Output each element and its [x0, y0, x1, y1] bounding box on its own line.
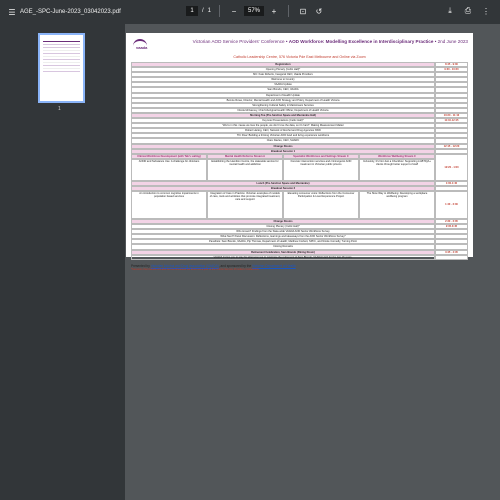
workshop-cell: AOND and Substance Use: A challenge for … — [131, 158, 207, 181]
workshop-cell: Inclusivity, It's Not Just a Checkbox: S… — [359, 158, 435, 181]
thumb-line — [43, 71, 80, 72]
pdf-toolbar: ☰ AGE_-SPC-June-2023_03042023.pdf 1 / 1 … — [0, 0, 500, 24]
page-controls: 1 / 1 − 57% + ⊡ ↺ — [186, 5, 325, 17]
thumbnail-page-number: 1 — [58, 106, 61, 112]
thumb-line — [43, 41, 80, 42]
print-icon[interactable]: ⎙ — [462, 5, 474, 17]
right-controls: ⤓ ⎙ ⋮ — [444, 5, 492, 17]
vaada-logo: vaada — [131, 37, 153, 53]
document-title: Victorian AOD Service Providers' Confere… — [193, 39, 468, 44]
workshops-time: 12:20 - 1:00 — [435, 153, 468, 181]
program-table-part-3: Change Rooms 2:30 - 2:35 Closing Plenary (… — [131, 218, 468, 260]
document-header: vaada Victorian AOD Service Providers' C… — [131, 37, 468, 55]
footer-note: *Sessions that include will also be live… — [131, 267, 259, 271]
thumbnail-sidebar: 1 — [0, 24, 125, 500]
workshop-cell: Integration of Care in Practice: Victori… — [207, 190, 283, 219]
zoom-input[interactable]: 57% — [244, 6, 265, 16]
logo-text: vaada — [136, 45, 148, 50]
thumb-line — [43, 44, 80, 45]
page-separator: / — [202, 8, 204, 14]
toolbar-divider — [288, 5, 290, 17]
workshop-cell: Elevating consumer voice: Reflections fr… — [283, 190, 359, 219]
program-row: VAADA invites you to stay for afternoon … — [131, 254, 435, 260]
workshop-bodies: AOND and Substance Use: A challenge for … — [131, 158, 435, 181]
pdf-page: vaada Victorian AOD Service Providers' C… — [126, 33, 473, 271]
venue-line: Catholic Leadership Centre, 576 Victoria… — [233, 55, 366, 59]
program-row-time — [435, 254, 468, 260]
program-table-part-2: Lunch (Pre-function Space and Mezzanine)… — [131, 180, 468, 191]
page-number-input[interactable]: 1 — [186, 6, 198, 16]
minus-icon[interactable]: − — [228, 5, 240, 17]
more-vert-icon[interactable]: ⋮ — [480, 5, 492, 17]
workshops-block-1: Clinical Workforce Development (with Tab… — [131, 153, 468, 181]
document-footer: Presented by Victorian Alcohol and Drug … — [131, 264, 468, 271]
toolbar-divider — [219, 5, 221, 17]
workshop-cell: Establishing the Hamilton Centre, the st… — [207, 158, 283, 181]
title-main: AOD Workforce: Modelling Excellence in I… — [288, 39, 434, 44]
thumb-line — [43, 56, 80, 57]
thumb-line — [43, 62, 80, 63]
menu-icon[interactable]: ☰ — [6, 6, 18, 18]
rotate-icon[interactable]: ↺ — [313, 5, 325, 17]
thumb-line — [43, 53, 80, 54]
title-suffix: • 2nd June 2023 — [434, 39, 468, 44]
workshops-block-2: An introduction to common cognitive impa… — [131, 190, 468, 219]
workshop-cell: The Slow Way to Wellbeing: Developing a … — [359, 190, 435, 219]
workshop-cell: An introduction to common cognitive impa… — [131, 190, 207, 219]
thumb-line — [43, 59, 80, 60]
thumb-line — [43, 50, 80, 51]
program-table-part-1: Registration 8:45 - 9:30 Opening Plenary (… — [131, 62, 468, 154]
thumb-line — [43, 65, 80, 66]
file-name: AGE_-SPC-June-2023_03042023.pdf — [20, 9, 121, 15]
workshops2-time: 1:40 - 2:30 — [435, 190, 468, 219]
download-icon[interactable]: ⤓ — [444, 5, 456, 17]
page-total: 1 — [207, 8, 212, 14]
plus-icon[interactable]: + — [268, 5, 280, 17]
workshop-cell: Forensic intervention services and crimi… — [283, 158, 359, 181]
page-thumbnail[interactable] — [38, 33, 85, 103]
thumb-line — [43, 47, 80, 48]
workshop-bodies-2: An introduction to common cognitive impa… — [131, 190, 435, 219]
thumb-line — [43, 68, 80, 69]
title-prefix: Victorian AOD Service Providers' Confere… — [192, 39, 288, 44]
workshops-grid-1: Clinical Workforce Development (with Tab… — [131, 153, 435, 181]
fit-page-icon[interactable]: ⊡ — [297, 5, 309, 17]
